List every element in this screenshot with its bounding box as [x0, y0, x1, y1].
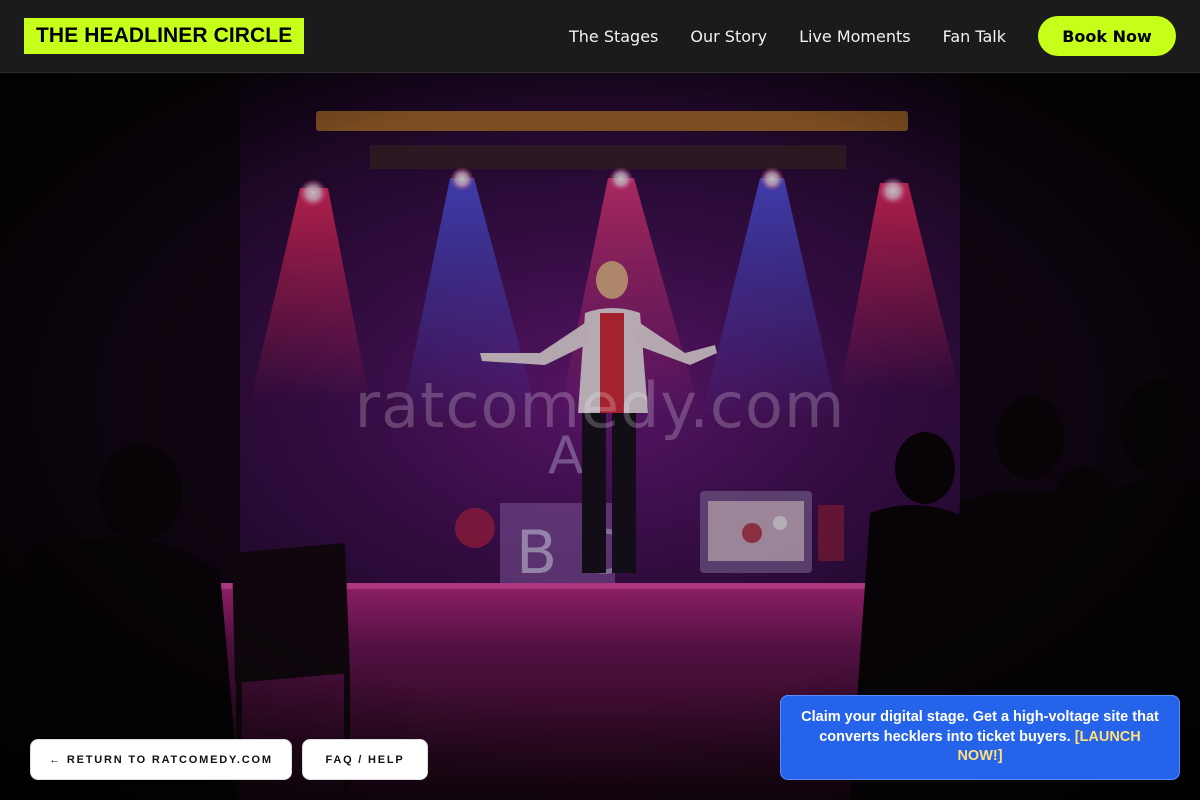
- hero-stage-image: A B C: [0, 73, 1200, 800]
- site-header: THE HEADLINER CIRCLE The Stages Our Stor…: [0, 0, 1200, 73]
- main-nav: The Stages Our Story Live Moments Fan Ta…: [569, 0, 1200, 72]
- book-now-button[interactable]: Book Now: [1038, 16, 1176, 56]
- promo-banner[interactable]: Claim your digital stage. Get a high-vol…: [780, 695, 1180, 780]
- nav-link-our-story[interactable]: Our Story: [690, 27, 767, 46]
- faq-help-button[interactable]: FAQ / HELP: [302, 739, 428, 780]
- nav-link-live-moments[interactable]: Live Moments: [799, 27, 911, 46]
- stage-photo: A B C: [0, 73, 1200, 800]
- nav-link-fan-talk[interactable]: Fan Talk: [943, 27, 1006, 46]
- site-logo[interactable]: THE HEADLINER CIRCLE: [24, 18, 305, 54]
- return-to-site-button[interactable]: ← RETURN TO RATCOMEDY.COM: [30, 739, 292, 780]
- nav-link-stages[interactable]: The Stages: [569, 27, 658, 46]
